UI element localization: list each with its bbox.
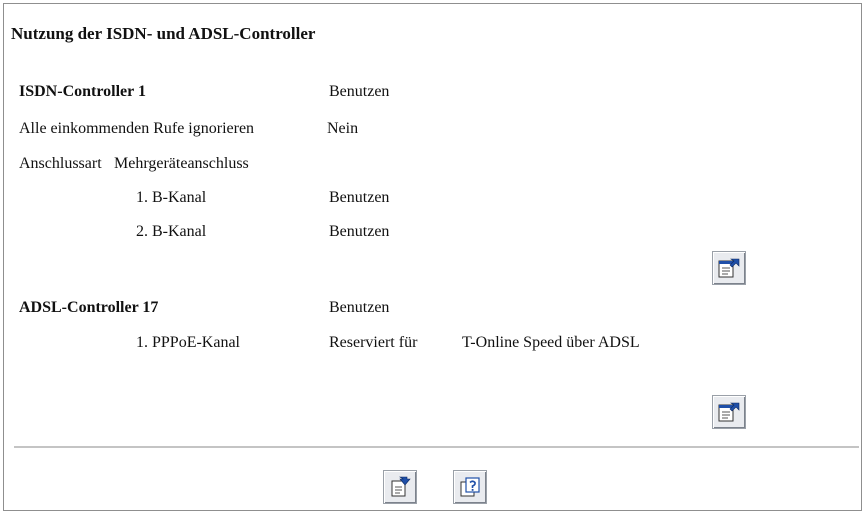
- ignore-calls-value: Nein: [327, 120, 359, 137]
- b-channel-2-label: 2. B-Kanal: [136, 223, 207, 240]
- isdn-controller-name: ISDN-Controller 1: [19, 83, 146, 100]
- pppoe-channel-label: 1. PPPoE-Kanal: [136, 334, 240, 351]
- isdn-edit-button[interactable]: [712, 251, 746, 285]
- b-channel-1-label: 1. B-Kanal: [136, 189, 207, 206]
- apply-button[interactable]: [383, 470, 417, 504]
- edit-properties-icon: [718, 402, 740, 422]
- section-divider: [14, 446, 859, 448]
- page-title: Nutzung der ISDN- und ADSL-Controller: [11, 24, 316, 43]
- adsl-controller-status: Benutzen: [329, 299, 390, 316]
- edit-properties-icon: [718, 258, 740, 278]
- save-apply-icon: [391, 476, 411, 497]
- help-button[interactable]: [453, 470, 487, 504]
- settings-panel: Nutzung der ISDN- und ADSL-Controller IS…: [3, 3, 862, 511]
- adsl-edit-button[interactable]: [712, 395, 746, 429]
- help-icon: [460, 477, 480, 497]
- connection-type-label: Anschlussart: [19, 155, 102, 172]
- ignore-calls-label: Alle einkommenden Rufe ignorieren: [19, 120, 255, 137]
- adsl-controller-name: ADSL-Controller 17: [19, 299, 159, 316]
- b-channel-1-value: Benutzen: [329, 189, 390, 206]
- isdn-controller-status: Benutzen: [329, 83, 390, 100]
- pppoe-channel-value: Reserviert für: [329, 334, 418, 351]
- connection-type-value: Mehrgeräteanschluss: [114, 155, 249, 172]
- pppoe-channel-detail: T-Online Speed über ADSL: [462, 334, 640, 351]
- b-channel-2-value: Benutzen: [329, 223, 390, 240]
